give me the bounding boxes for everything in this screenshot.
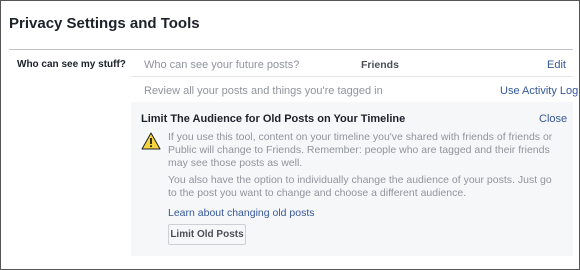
learn-more-link[interactable]: Learn about changing old posts: [168, 207, 315, 219]
warning-icon: [141, 132, 161, 150]
privacy-settings-window: Privacy Settings and Tools Who can see m…: [0, 0, 580, 270]
limit-old-posts-button[interactable]: Limit Old Posts: [168, 224, 246, 245]
section-label: Who can see my stuff?: [17, 59, 126, 70]
edit-link[interactable]: Edit: [547, 59, 566, 71]
activity-log-link[interactable]: Use Activity Log: [500, 85, 578, 97]
title-divider: [9, 49, 573, 50]
close-link[interactable]: Close: [539, 113, 567, 125]
future-posts-value: Friends: [361, 59, 399, 71]
row-divider: [131, 76, 573, 77]
review-posts-question: Review all your posts and things you're …: [144, 85, 383, 97]
page-title: Privacy Settings and Tools: [9, 15, 200, 32]
panel-paragraph-2: You also have the option to individually…: [168, 174, 552, 199]
limit-old-posts-panel: Limit The Audience for Old Posts on Your…: [131, 102, 573, 256]
panel-title: Limit The Audience for Old Posts on Your…: [141, 113, 406, 125]
panel-paragraph-1: If you use this tool, content on your ti…: [168, 131, 553, 169]
future-posts-question: Who can see your future posts?: [144, 59, 300, 71]
